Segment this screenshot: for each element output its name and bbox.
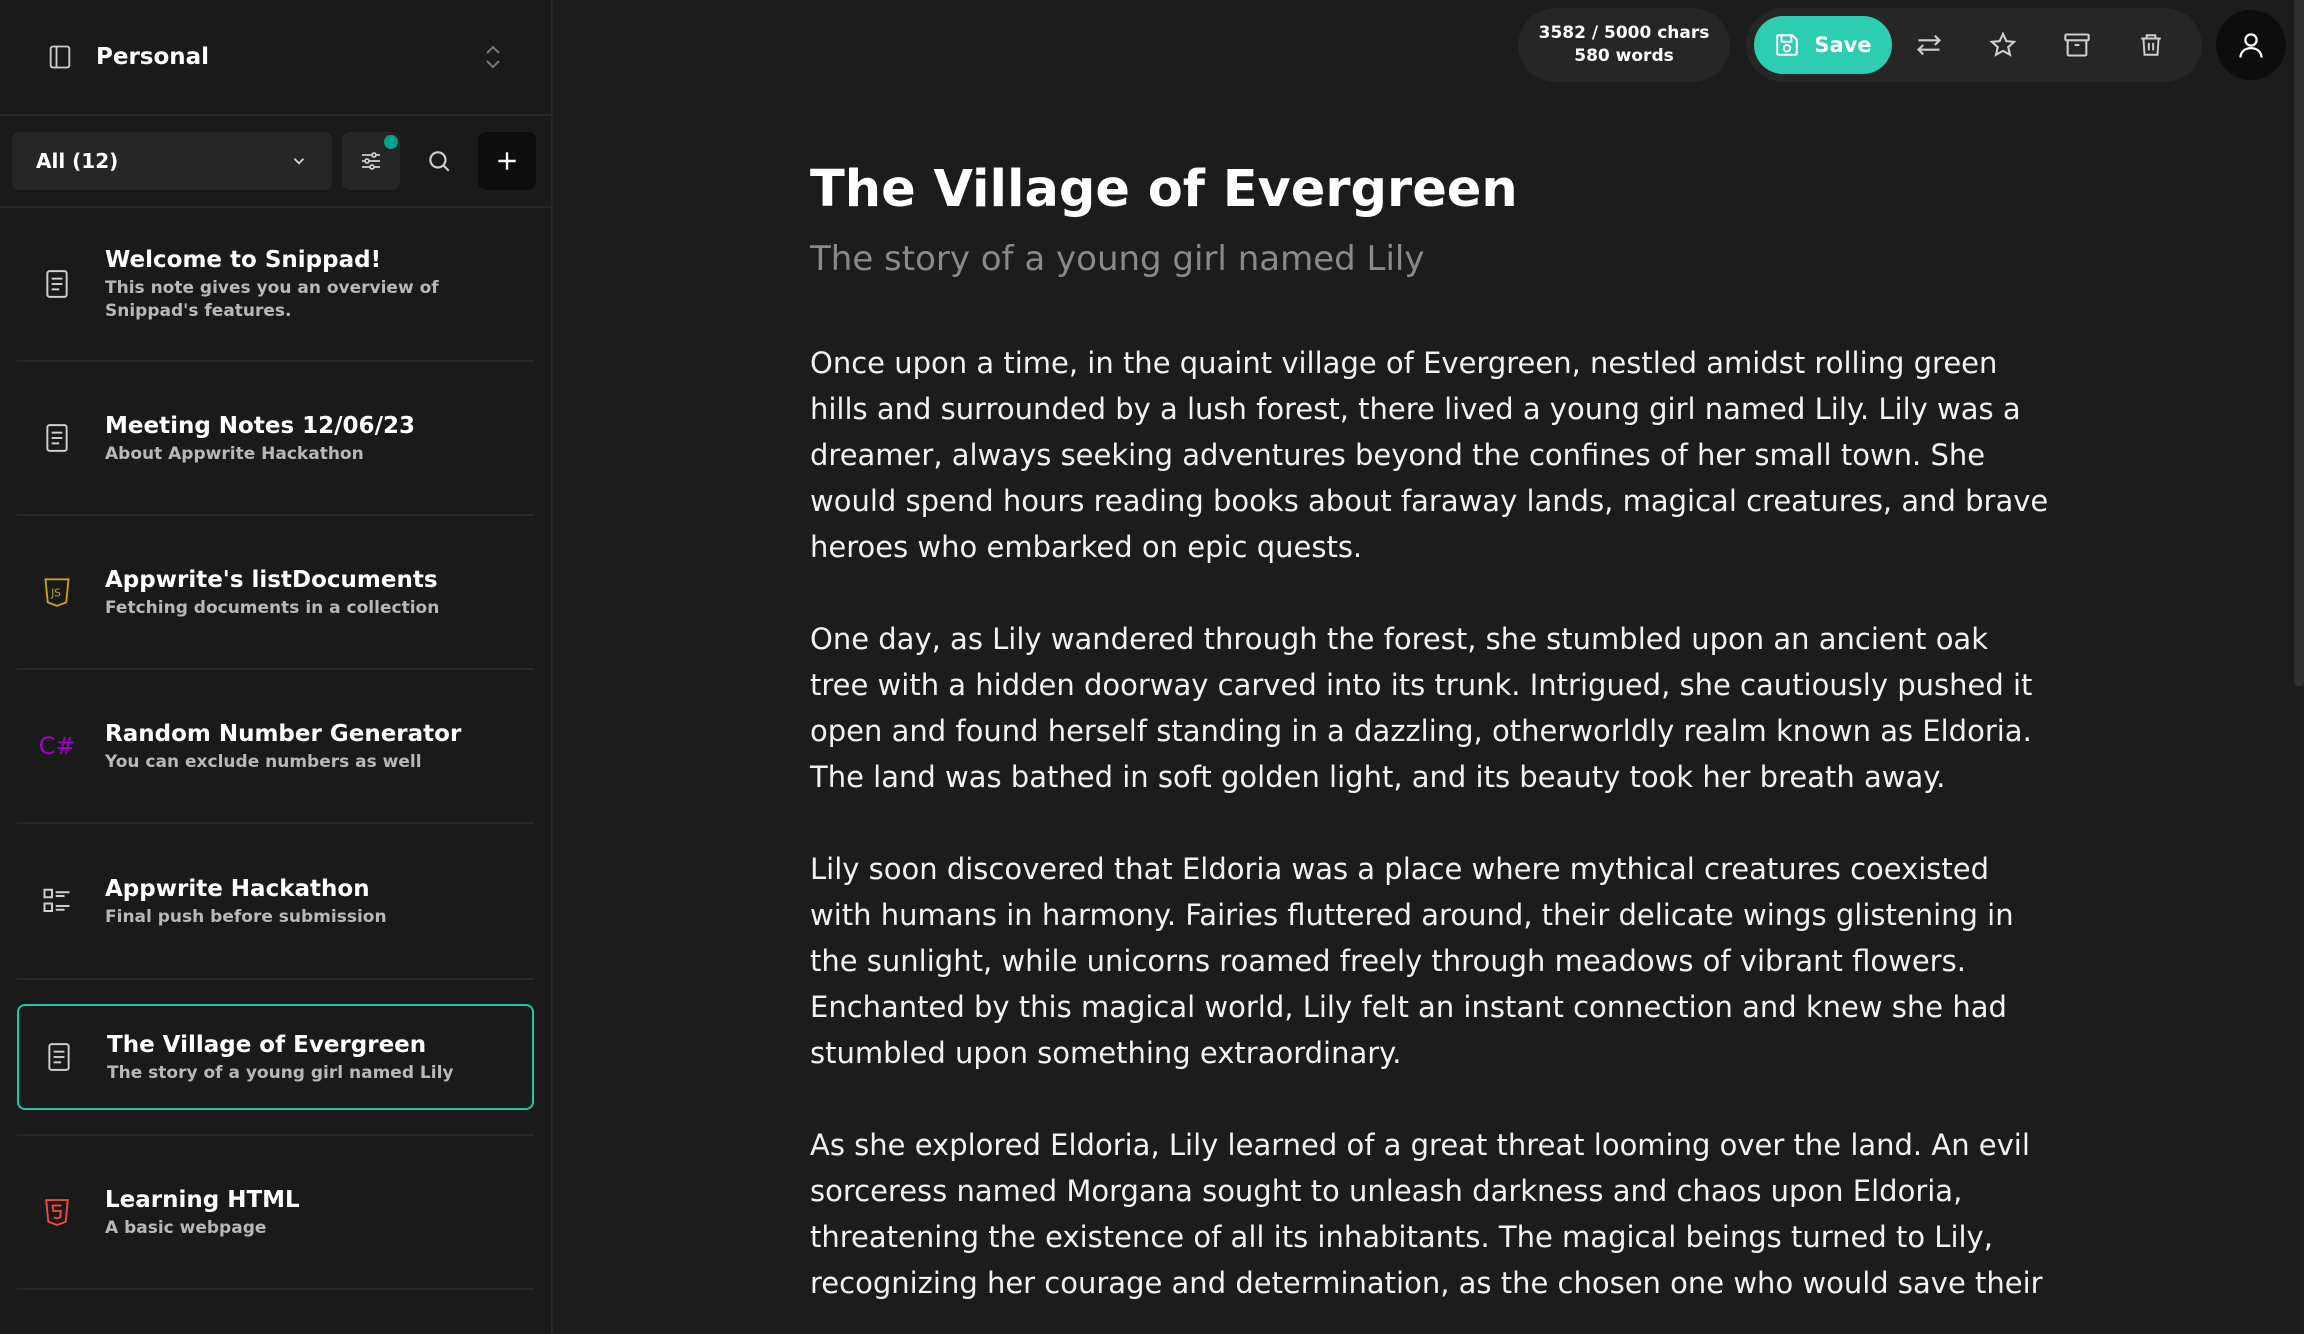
word-count-text: 580 words: [1574, 46, 1674, 66]
add-note-button[interactable]: [478, 132, 536, 190]
note-subtitle: The story of a young girl named Lily: [107, 1062, 454, 1083]
checklist-icon: [41, 885, 73, 917]
search-button[interactable]: [410, 132, 468, 190]
note-actions: Save: [1746, 8, 2202, 82]
sidebar-toolbar: All (12): [0, 116, 551, 208]
note-title-field[interactable]: The Village of Evergreen: [810, 150, 2050, 230]
note-subtitle: A basic webpage: [105, 1217, 267, 1238]
note-subtitle: Fetching documents in a collection: [105, 597, 440, 618]
note-editor[interactable]: The Village of Evergreen The story of a …: [810, 150, 2050, 1334]
filter-select[interactable]: All (12): [12, 132, 332, 190]
note-body[interactable]: Once upon a time, in the quaint village …: [810, 340, 2050, 1306]
user-avatar-button[interactable]: [2216, 10, 2286, 80]
save-label: Save: [1814, 33, 1872, 57]
convert-button[interactable]: [1892, 16, 1966, 74]
filter-settings-button[interactable]: [342, 132, 400, 190]
note-item[interactable]: Meeting Notes 12/06/23 About Appwrite Hac…: [17, 362, 534, 516]
workspace-switcher[interactable]: Personal: [0, 0, 551, 116]
user-icon: [2239, 33, 2263, 58]
star-icon: [1989, 31, 2017, 57]
note-title: Random Number Generator: [105, 720, 462, 747]
sidebar: Personal All (12) Welcome to Snippad! Thi…: [0, 0, 553, 1334]
active-note-wrapper: The Village of Evergreen The story of a y…: [17, 978, 534, 1136]
note-subtitle: You can exclude numbers as well: [105, 751, 422, 772]
note-subtitle-field[interactable]: The story of a young girl named Lily: [810, 236, 2050, 282]
document-icon: [43, 1041, 75, 1073]
note-title: Appwrite's listDocuments: [105, 566, 438, 593]
paragraph: Once upon a time, in the quaint village …: [810, 346, 2049, 564]
note-title: Welcome to Snippad!: [105, 247, 382, 273]
plus-icon: [498, 152, 516, 170]
chevron-up-down-icon: [486, 45, 500, 69]
save-icon: [1776, 34, 1799, 56]
note-title: The Village of Evergreen: [107, 1031, 427, 1058]
document-icon: [41, 422, 73, 454]
note-list: Welcome to Snippad! This note gives you a…: [0, 208, 551, 1290]
chevron-down-icon: [293, 158, 305, 165]
sliders-icon: [362, 152, 380, 170]
note-subtitle: This note gives you an overview of Snipp…: [105, 278, 439, 321]
character-counter: 3582 / 5000 chars 580 words: [1518, 8, 1730, 82]
favorite-button[interactable]: [1966, 16, 2040, 74]
html5-icon: [41, 1196, 73, 1228]
note-item[interactable]: JS Appwrite's listDocuments Fetching docu…: [17, 516, 534, 670]
note-item-active[interactable]: The Village of Evergreen The story of a y…: [17, 1004, 534, 1110]
filter-value: All (12): [36, 149, 119, 173]
note-title: Learning HTML: [105, 1186, 300, 1213]
filter-active-dot: [384, 135, 398, 149]
trash-icon: [2141, 34, 2161, 56]
paragraph: Lily soon discovered that Eldoria was a …: [810, 852, 2014, 1070]
notebook-icon: [49, 45, 71, 69]
note-item[interactable]: Welcome to Snippad! This note gives you a…: [17, 208, 534, 362]
swap-arrows-icon: [1917, 34, 1941, 56]
note-item[interactable]: C# Random Number Generator You can exclud…: [17, 670, 534, 824]
note-item[interactable]: Appwrite Hackathon Final push before subm…: [17, 824, 534, 978]
javascript-icon: JS: [41, 576, 73, 608]
workspace-name: Personal: [96, 44, 210, 70]
note-subtitle: Final push before submission: [105, 906, 387, 927]
note-item[interactable]: Learning HTML A basic webpage: [17, 1136, 534, 1290]
paragraph: As she explored Eldoria, Lily learned of…: [810, 1128, 2043, 1300]
paragraph: One day, as Lily wandered through the fo…: [810, 622, 2033, 794]
delete-button[interactable]: [2114, 16, 2188, 74]
char-count-text: 3582 / 5000 chars: [1538, 23, 1710, 43]
archive-icon: [2064, 33, 2090, 57]
note-subtitle: About Appwrite Hackathon: [105, 443, 364, 464]
save-button[interactable]: Save: [1754, 16, 1892, 74]
editor-scrollbar[interactable]: [2294, 0, 2304, 686]
document-icon: [41, 268, 73, 300]
archive-button[interactable]: [2040, 16, 2114, 74]
csharp-icon: C#: [38, 732, 76, 760]
note-title: Appwrite Hackathon: [105, 875, 370, 902]
note-title: Meeting Notes 12/06/23: [105, 412, 415, 439]
search-icon: [429, 151, 450, 172]
svg-text:JS: JS: [50, 588, 61, 600]
